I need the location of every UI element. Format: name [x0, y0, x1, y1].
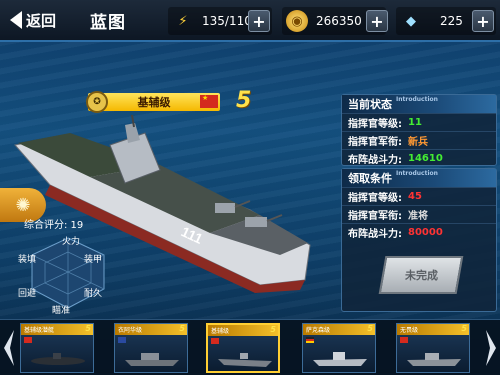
- carousel-next-icon[interactable]: [484, 328, 498, 368]
- requirement-row: 指挥官军衔: 准将: [342, 205, 496, 223]
- top-bar: 返回 蓝图 ⚡ 135/110 + ◉ 266350 + ◆ 225 +: [0, 0, 500, 42]
- current-status-title: 当前状态: [348, 98, 392, 111]
- requirement-value: 45: [408, 191, 422, 202]
- ship-card-header: 基辅级潜艇 5: [21, 324, 93, 335]
- lightning-icon: ⚡: [178, 13, 188, 29]
- requirements-header: 领取条件 Introduction: [342, 169, 496, 187]
- requirement-value: 准将: [408, 211, 428, 222]
- add-energy-button[interactable]: +: [248, 10, 270, 32]
- ship-card-header: 萨克森级 5: [303, 324, 375, 335]
- rank-badge-icon: ✪: [86, 91, 108, 113]
- radar-label-firepower: 火力: [62, 237, 81, 247]
- radar-label-armor: 装甲: [84, 255, 103, 265]
- ship-card[interactable]: 基辅级潜艇 5: [20, 323, 94, 373]
- incomplete-label: 未完成: [404, 269, 438, 282]
- back-label: 返回: [26, 11, 57, 30]
- radar-label-evasion: 回避: [18, 289, 37, 299]
- ship-level: 5: [236, 88, 252, 113]
- flag-icon: [400, 337, 408, 343]
- back-button[interactable]: 返回: [4, 5, 72, 35]
- requirement-key: 指挥官军衔:: [348, 211, 402, 222]
- ship-card-level: 5: [367, 324, 373, 333]
- ship-card[interactable]: 基辅级 5: [206, 323, 280, 373]
- ship-card-header: 基辅级 5: [208, 325, 278, 336]
- status-key: 指挥官军衔:: [348, 137, 402, 148]
- status-row: 指挥官等级: 11: [342, 113, 496, 131]
- radar-label-reload: 装填: [18, 255, 37, 265]
- current-status-subtitle: Introduction: [396, 96, 438, 103]
- back-arrow-icon: [10, 11, 22, 29]
- ship-card-name: 基辅级潜艇: [24, 327, 55, 334]
- ship-card[interactable]: 萨克森级 5: [302, 323, 376, 373]
- destroyer-icon: [407, 353, 461, 366]
- ship-card-name: 基辅级: [211, 328, 230, 335]
- requirement-row: 布阵战斗力: 80000: [342, 223, 496, 241]
- carousel-prev-icon[interactable]: [2, 328, 16, 368]
- flag-icon: [211, 338, 219, 344]
- requirement-value: 80000: [408, 227, 443, 238]
- coin-value: 266350: [316, 14, 362, 28]
- current-status-header: 当前状态 Introduction: [342, 95, 496, 113]
- radar-label-durability: 耐久: [84, 289, 103, 299]
- ship-card-level: 5: [85, 324, 91, 333]
- ship-card-name: 衣阿华级: [118, 327, 143, 334]
- ship-card-level: 5: [461, 324, 467, 333]
- diamond-icon: ◆: [406, 13, 416, 29]
- current-status-panel: 当前状态 Introduction 指挥官等级: 11 指挥官军衔: 新兵 布阵…: [341, 94, 497, 166]
- overall-score: 综合评分: 19: [24, 220, 84, 231]
- requirements-title: 领取条件: [348, 172, 392, 185]
- submarine-icon: [31, 353, 85, 365]
- energy-value: 135/110: [202, 14, 252, 28]
- flag-icon: [24, 337, 32, 343]
- page-title: 蓝图: [90, 13, 126, 33]
- carrier-icon: [218, 353, 272, 367]
- ship-name: 基辅级: [137, 96, 171, 109]
- radar-label-aim: 瞄准: [52, 306, 71, 316]
- requirement-key: 布阵战斗力:: [348, 229, 402, 240]
- ship-card-header: 无畏级 5: [397, 324, 469, 335]
- coin-icon: ◉: [286, 10, 308, 32]
- requirement-row: 指挥官等级: 45: [342, 187, 496, 205]
- status-key: 布阵战斗力:: [348, 155, 402, 166]
- ship-card-level: 5: [179, 324, 185, 333]
- battleship-icon: [125, 353, 179, 366]
- status-value: 新兵: [408, 137, 428, 148]
- status-value: 14610: [408, 153, 443, 164]
- ship-card-name: 萨克森级: [306, 327, 331, 334]
- status-key: 指挥官等级:: [348, 119, 402, 130]
- china-flag-icon: [200, 94, 218, 108]
- gem-value: 225: [440, 14, 463, 28]
- ship-card[interactable]: 衣阿华级 5: [114, 323, 188, 373]
- status-row: 布阵战斗力: 14610: [342, 149, 496, 167]
- incomplete-button[interactable]: 未完成: [378, 256, 464, 294]
- ship-card-level: 5: [270, 325, 276, 334]
- ship-card-header: 衣阿华级 5: [115, 324, 187, 335]
- requirements-subtitle: Introduction: [396, 170, 438, 177]
- status-row: 指挥官军衔: 新兵: [342, 131, 496, 149]
- requirement-key: 指挥官等级:: [348, 193, 402, 204]
- frigate-icon: [313, 352, 367, 366]
- flag-icon: [118, 337, 126, 343]
- flag-icon: [306, 337, 314, 343]
- add-gems-button[interactable]: +: [472, 10, 494, 32]
- status-value: 11: [408, 117, 422, 128]
- ship-card[interactable]: 无畏级 5: [396, 323, 470, 373]
- add-coins-button[interactable]: +: [366, 10, 388, 32]
- ship-card-name: 无畏级: [400, 327, 419, 334]
